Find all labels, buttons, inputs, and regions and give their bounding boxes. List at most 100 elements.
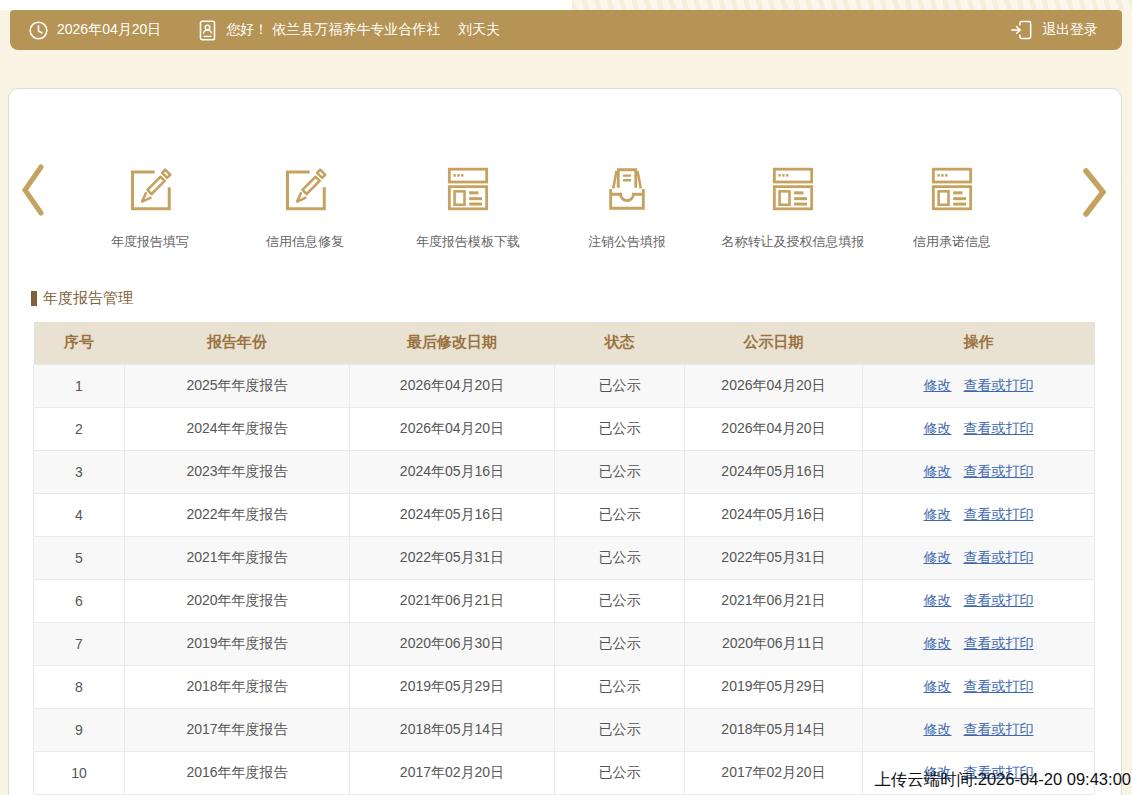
table-row: 72019年年度报告2020年06月30日已公示2020年06月11日修改查看或… xyxy=(34,622,1095,665)
view-print-link[interactable]: 查看或打印 xyxy=(964,463,1034,479)
table-cell-actions: 修改查看或打印 xyxy=(863,364,1095,407)
table-cell-actions: 修改查看或打印 xyxy=(863,493,1095,536)
table-cell: 4 xyxy=(34,493,125,536)
menu-item-credit-repair[interactable]: 信用信息修复 xyxy=(220,161,390,251)
edit-icon xyxy=(277,161,333,217)
menu-item-name-transfer[interactable]: 名称转让及授权信息填报 xyxy=(708,161,878,251)
view-print-link[interactable]: 查看或打印 xyxy=(964,635,1034,651)
col-header-actions: 操作 xyxy=(863,322,1095,364)
scroll-left-chevron[interactable] xyxy=(19,163,45,217)
table-cell: 2024年年度报告 xyxy=(125,407,350,450)
view-print-link[interactable]: 查看或打印 xyxy=(964,592,1034,608)
user-name: 刘天夫 xyxy=(458,21,500,39)
table-cell: 2018年05月14日 xyxy=(685,708,863,751)
menu-item-template-download[interactable]: 年度报告模板下载 xyxy=(383,161,553,251)
table-cell: 已公示 xyxy=(555,751,685,794)
view-print-link[interactable]: 查看或打印 xyxy=(964,506,1034,522)
table-cell: 已公示 xyxy=(555,364,685,407)
menu-item-label: 年度报告模板下载 xyxy=(383,233,553,251)
view-print-link[interactable]: 查看或打印 xyxy=(964,377,1034,393)
section-title-bullet xyxy=(31,291,37,306)
table-cell: 2020年06月30日 xyxy=(350,622,555,665)
view-print-link[interactable]: 查看或打印 xyxy=(964,678,1034,694)
table-cell: 2018年年度报告 xyxy=(125,665,350,708)
menu-item-label: 信用承诺信息 xyxy=(867,233,1037,251)
table-cell: 2021年年度报告 xyxy=(125,536,350,579)
menu-item-label: 注销公告填报 xyxy=(542,233,712,251)
table-row: 42022年年度报告2024年05月16日已公示2024年05月16日修改查看或… xyxy=(34,493,1095,536)
menu-item-credit-commitment[interactable]: 信用承诺信息 xyxy=(867,161,1037,251)
table-cell: 2021年06月21日 xyxy=(350,579,555,622)
table-cell: 2019年年度报告 xyxy=(125,622,350,665)
menu-item-label: 信用信息修复 xyxy=(220,233,390,251)
form-icon xyxy=(924,161,980,217)
edit-link[interactable]: 修改 xyxy=(924,506,952,522)
view-print-link[interactable]: 查看或打印 xyxy=(964,721,1034,737)
menu-item-label: 年度报告填写 xyxy=(65,233,235,251)
col-header-modified: 最后修改日期 xyxy=(350,322,555,364)
table-cell: 2022年05月31日 xyxy=(685,536,863,579)
table-cell: 已公示 xyxy=(555,622,685,665)
table-row: 62020年年度报告2021年06月21日已公示2021年06月21日修改查看或… xyxy=(34,579,1095,622)
table-cell: 9 xyxy=(34,708,125,751)
upload-time-overlay: 上传云端时间:2026-04-20 09:43:00 xyxy=(874,769,1131,791)
edit-link[interactable]: 修改 xyxy=(924,377,952,393)
menu-item-label: 名称转让及授权信息填报 xyxy=(708,233,878,251)
table-cell: 2026年04月20日 xyxy=(350,407,555,450)
col-header-index: 序号 xyxy=(34,322,125,364)
topbar: 2026年04月20日 您好！ 依兰县万福养牛专业合作社 刘天夫 退出登录 xyxy=(10,10,1122,50)
table-cell-actions: 修改查看或打印 xyxy=(863,622,1095,665)
table-cell-actions: 修改查看或打印 xyxy=(863,536,1095,579)
table-cell: 6 xyxy=(34,579,125,622)
table-cell: 7 xyxy=(34,622,125,665)
table-cell: 8 xyxy=(34,665,125,708)
table-cell: 2025年年度报告 xyxy=(125,364,350,407)
table-cell-actions: 修改查看或打印 xyxy=(863,708,1095,751)
table-cell: 3 xyxy=(34,450,125,493)
edit-link[interactable]: 修改 xyxy=(924,420,952,436)
table-cell: 2 xyxy=(34,407,125,450)
edit-link[interactable]: 修改 xyxy=(924,678,952,694)
org-name: 依兰县万福养牛专业合作社 xyxy=(272,21,440,37)
table-cell: 已公示 xyxy=(555,665,685,708)
table-row: 22024年年度报告2026年04月20日已公示2026年04月20日修改查看或… xyxy=(34,407,1095,450)
edit-link[interactable]: 修改 xyxy=(924,592,952,608)
table-cell: 2020年06月11日 xyxy=(685,622,863,665)
table-cell: 2026年04月20日 xyxy=(685,407,863,450)
report-table-wrap: 序号 报告年份 最后修改日期 状态 公示日期 操作 12025年年度报告2026… xyxy=(33,322,1094,795)
table-row: 82018年年度报告2019年05月29日已公示2019年05月29日修改查看或… xyxy=(34,665,1095,708)
table-cell: 2024年05月16日 xyxy=(350,450,555,493)
table-cell: 2026年04月20日 xyxy=(685,364,863,407)
table-cell-actions: 修改查看或打印 xyxy=(863,450,1095,493)
table-cell: 2019年05月29日 xyxy=(350,665,555,708)
table-cell: 1 xyxy=(34,364,125,407)
report-table: 序号 报告年份 最后修改日期 状态 公示日期 操作 12025年年度报告2026… xyxy=(33,322,1095,795)
col-header-status: 状态 xyxy=(555,322,685,364)
table-cell: 已公示 xyxy=(555,450,685,493)
edit-link[interactable]: 修改 xyxy=(924,721,952,737)
table-cell: 已公示 xyxy=(555,708,685,751)
report-table-body: 12025年年度报告2026年04月20日已公示2026年04月20日修改查看或… xyxy=(34,364,1095,794)
table-cell: 2022年年度报告 xyxy=(125,493,350,536)
logout-button[interactable]: 退出登录 xyxy=(1009,18,1098,42)
edit-link[interactable]: 修改 xyxy=(924,549,952,565)
clock-icon xyxy=(28,20,49,41)
menu-item-annual-report-fill[interactable]: 年度报告填写 xyxy=(65,161,235,251)
table-cell-actions: 修改查看或打印 xyxy=(863,407,1095,450)
table-cell: 2024年05月16日 xyxy=(685,450,863,493)
col-header-year: 报告年份 xyxy=(125,322,350,364)
form-icon xyxy=(440,161,496,217)
table-cell: 已公示 xyxy=(555,407,685,450)
table-cell-actions: 修改查看或打印 xyxy=(863,579,1095,622)
table-cell: 2017年02月20日 xyxy=(350,751,555,794)
edit-link[interactable]: 修改 xyxy=(924,635,952,651)
view-print-link[interactable]: 查看或打印 xyxy=(964,420,1034,436)
scroll-right-chevron[interactable] xyxy=(1081,168,1108,218)
menu-item-cancellation-notice[interactable]: 注销公告填报 xyxy=(542,161,712,251)
table-row: 32023年年度报告2024年05月16日已公示2024年05月16日修改查看或… xyxy=(34,450,1095,493)
table-cell: 2017年年度报告 xyxy=(125,708,350,751)
table-cell: 2018年05月14日 xyxy=(350,708,555,751)
view-print-link[interactable]: 查看或打印 xyxy=(964,549,1034,565)
table-cell: 已公示 xyxy=(555,579,685,622)
edit-link[interactable]: 修改 xyxy=(924,463,952,479)
